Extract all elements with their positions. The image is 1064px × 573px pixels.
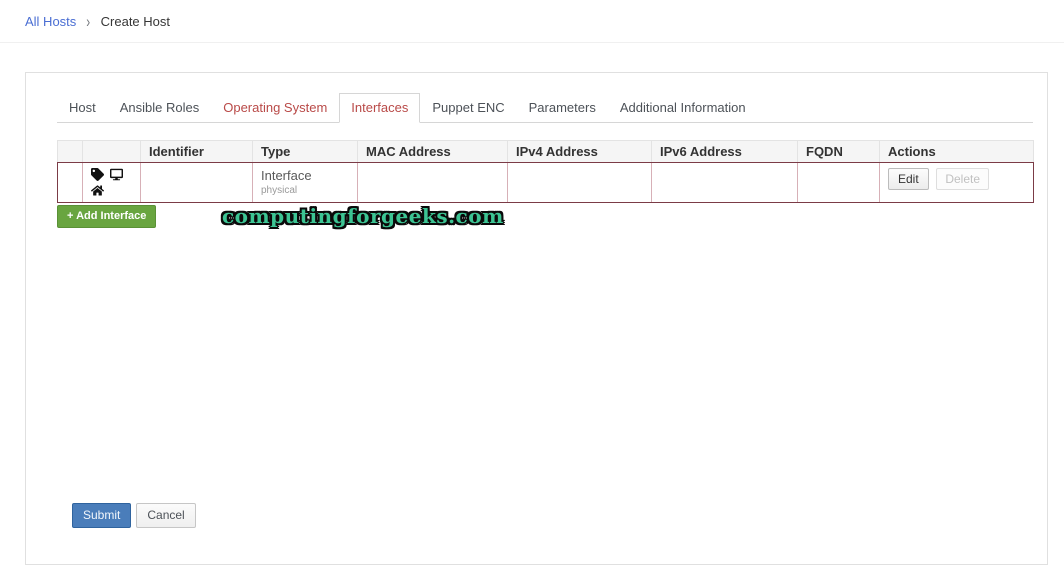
submit-button[interactable]: Submit [72,503,132,528]
col-header-identifier: Identifier [140,140,253,163]
breadcrumb-current: Create Host [100,13,171,29]
col-header-type: Type [252,140,358,163]
tab-additional-information[interactable]: Additional Information [608,93,758,122]
col-header-ipv6: IPv6 Address [651,140,798,163]
add-interface-button[interactable]: + Add Interface [57,205,157,228]
cell-flags [82,162,141,203]
tab-interfaces[interactable]: Interfaces [339,93,421,123]
interface-type: Interface [261,168,312,183]
tab-operating-system[interactable]: Operating System [211,93,339,122]
tab-host[interactable]: Host [57,93,108,122]
cell-ipv4-address [507,162,652,203]
breadcrumb-chevron-icon: › [86,11,91,31]
interfaces-table: Identifier Type MAC Address IPv4 Address… [57,140,1034,203]
col-header-flags [82,140,141,163]
col-header-ipv4: IPv4 Address [507,140,652,163]
tag-icon [91,168,104,181]
breadcrumb: All Hosts › Create Host [0,0,1064,43]
desktop-icon [110,168,123,181]
breadcrumb-all-hosts-link[interactable]: All Hosts [25,14,76,29]
col-header-actions: Actions [879,140,1034,163]
create-host-panel: Host Ansible Roles Operating System Inte… [25,72,1048,565]
col-header-mac: MAC Address [357,140,508,163]
form-actions: Submit Cancel [72,503,196,528]
interface-row: Interface physical Edit Delete [57,162,1034,203]
tab-bar: Host Ansible Roles Operating System Inte… [57,93,1033,123]
cell-type: Interface physical [252,162,358,203]
col-header-fqdn: FQDN [797,140,880,163]
cell-ipv6-address [651,162,798,203]
cell-mac-address [357,162,508,203]
cell-actions: Edit Delete [879,162,1034,203]
watermark: computingforgeeks.com [222,204,504,228]
tab-parameters[interactable]: Parameters [517,93,608,122]
col-header-drag [57,140,83,163]
edit-button[interactable]: Edit [888,168,929,190]
cell-identifier [140,162,253,203]
cancel-button[interactable]: Cancel [136,503,196,528]
cell-fqdn [797,162,880,203]
tab-ansible-roles[interactable]: Ansible Roles [108,93,212,122]
cell-drag-handle [57,162,83,203]
home-icon [91,184,104,197]
table-header-row: Identifier Type MAC Address IPv4 Address… [57,140,1034,163]
delete-button: Delete [936,168,989,190]
interface-type-detail: physical [261,185,298,196]
tab-puppet-enc[interactable]: Puppet ENC [420,93,516,122]
